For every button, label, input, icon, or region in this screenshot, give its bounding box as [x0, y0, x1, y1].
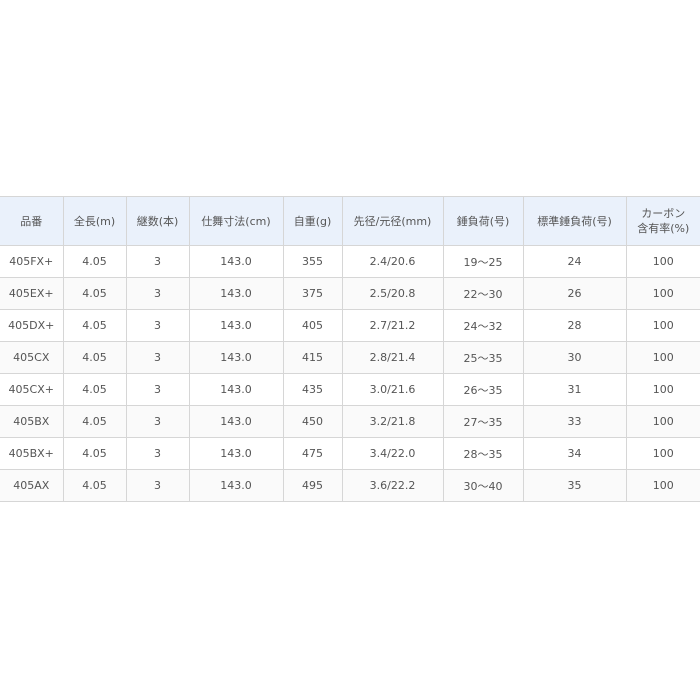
table-row: 405BX 4.05 3 143.0 450 3.2/21.8 27〜35 33… [0, 405, 700, 438]
cell-sinker-load: 25〜35 [442, 341, 524, 374]
table-row: 405EX+ 4.05 3 143.0 375 2.5/20.8 22〜30 2… [0, 277, 700, 310]
cell-sinker-load: 24〜32 [442, 309, 524, 342]
header-weight: 自重(g) [282, 196, 343, 246]
cell-weight: 435 [282, 373, 343, 406]
cell-weight: 405 [282, 309, 343, 342]
cell-tip-butt-diameter: 2.8/21.4 [341, 341, 444, 374]
cell-part-number: 405BX+ [0, 437, 64, 470]
cell-standard-sinker-load: 24 [522, 245, 627, 278]
table-row: 405CX+ 4.05 3 143.0 435 3.0/21.6 26〜35 3… [0, 373, 700, 406]
cell-carbon-content: 100 [625, 245, 700, 278]
table-row: 405CX 4.05 3 143.0 415 2.8/21.4 25〜35 30… [0, 341, 700, 374]
cell-carbon-content: 100 [625, 277, 700, 310]
cell-part-number: 405BX [0, 405, 64, 438]
cell-weight: 495 [282, 469, 343, 502]
cell-weight: 415 [282, 341, 343, 374]
cell-closed-length: 143.0 [188, 405, 284, 438]
cell-sections: 3 [125, 245, 190, 278]
cell-sinker-load: 26〜35 [442, 373, 524, 406]
cell-standard-sinker-load: 30 [522, 341, 627, 374]
cell-sections: 3 [125, 341, 190, 374]
cell-closed-length: 143.0 [188, 437, 284, 470]
cell-total-length: 4.05 [62, 405, 127, 438]
cell-carbon-content: 100 [625, 405, 700, 438]
table-row: 405BX+ 4.05 3 143.0 475 3.4/22.0 28〜35 3… [0, 437, 700, 470]
cell-weight: 450 [282, 405, 343, 438]
header-sinker-load: 錘負荷(号) [442, 196, 524, 246]
cell-tip-butt-diameter: 3.2/21.8 [341, 405, 444, 438]
cell-closed-length: 143.0 [188, 309, 284, 342]
cell-sections: 3 [125, 405, 190, 438]
cell-tip-butt-diameter: 3.4/22.0 [341, 437, 444, 470]
cell-standard-sinker-load: 26 [522, 277, 627, 310]
table-row: 405AX 4.05 3 143.0 495 3.6/22.2 30〜40 35… [0, 469, 700, 502]
cell-sections: 3 [125, 309, 190, 342]
cell-closed-length: 143.0 [188, 469, 284, 502]
cell-carbon-content: 100 [625, 437, 700, 470]
cell-part-number: 405CX [0, 341, 64, 374]
cell-total-length: 4.05 [62, 341, 127, 374]
header-row: 品番 全長(m) 継数(本) 仕舞寸法(cm) 自重(g) 先径/元径(mm) … [0, 196, 700, 246]
cell-tip-butt-diameter: 3.6/22.2 [341, 469, 444, 502]
header-total-length: 全長(m) [62, 196, 127, 246]
cell-part-number: 405FX+ [0, 245, 64, 278]
cell-tip-butt-diameter: 2.5/20.8 [341, 277, 444, 310]
header-tip-butt-diameter: 先径/元径(mm) [341, 196, 444, 246]
cell-closed-length: 143.0 [188, 341, 284, 374]
table-row: 405FX+ 4.05 3 143.0 355 2.4/20.6 19〜25 2… [0, 245, 700, 278]
spec-table: 品番 全長(m) 継数(本) 仕舞寸法(cm) 自重(g) 先径/元径(mm) … [0, 196, 700, 502]
cell-total-length: 4.05 [62, 469, 127, 502]
cell-tip-butt-diameter: 2.7/21.2 [341, 309, 444, 342]
cell-sinker-load: 28〜35 [442, 437, 524, 470]
header-standard-sinker-load: 標準錘負荷(号) [522, 196, 627, 246]
cell-part-number: 405CX+ [0, 373, 64, 406]
cell-total-length: 4.05 [62, 245, 127, 278]
cell-tip-butt-diameter: 2.4/20.6 [341, 245, 444, 278]
cell-standard-sinker-load: 33 [522, 405, 627, 438]
cell-total-length: 4.05 [62, 309, 127, 342]
cell-total-length: 4.05 [62, 277, 127, 310]
cell-carbon-content: 100 [625, 341, 700, 374]
cell-carbon-content: 100 [625, 309, 700, 342]
table-header: 品番 全長(m) 継数(本) 仕舞寸法(cm) 自重(g) 先径/元径(mm) … [0, 196, 700, 246]
cell-part-number: 405AX [0, 469, 64, 502]
cell-carbon-content: 100 [625, 373, 700, 406]
cell-sinker-load: 19〜25 [442, 245, 524, 278]
cell-total-length: 4.05 [62, 373, 127, 406]
cell-sections: 3 [125, 469, 190, 502]
cell-total-length: 4.05 [62, 437, 127, 470]
header-closed-length: 仕舞寸法(cm) [188, 196, 284, 246]
cell-sinker-load: 27〜35 [442, 405, 524, 438]
header-sections: 継数(本) [125, 196, 190, 246]
cell-sinker-load: 22〜30 [442, 277, 524, 310]
cell-part-number: 405EX+ [0, 277, 64, 310]
cell-standard-sinker-load: 28 [522, 309, 627, 342]
cell-weight: 475 [282, 437, 343, 470]
cell-sections: 3 [125, 373, 190, 406]
header-carbon-content: カーボン 含有率(%) [625, 196, 700, 246]
cell-closed-length: 143.0 [188, 373, 284, 406]
cell-sections: 3 [125, 277, 190, 310]
cell-standard-sinker-load: 35 [522, 469, 627, 502]
cell-closed-length: 143.0 [188, 277, 284, 310]
cell-sections: 3 [125, 437, 190, 470]
table-body: 405FX+ 4.05 3 143.0 355 2.4/20.6 19〜25 2… [0, 245, 700, 502]
cell-closed-length: 143.0 [188, 245, 284, 278]
cell-carbon-content: 100 [625, 469, 700, 502]
cell-standard-sinker-load: 31 [522, 373, 627, 406]
cell-weight: 375 [282, 277, 343, 310]
cell-sinker-load: 30〜40 [442, 469, 524, 502]
cell-weight: 355 [282, 245, 343, 278]
cell-standard-sinker-load: 34 [522, 437, 627, 470]
table-row: 405DX+ 4.05 3 143.0 405 2.7/21.2 24〜32 2… [0, 309, 700, 342]
cell-part-number: 405DX+ [0, 309, 64, 342]
cell-tip-butt-diameter: 3.0/21.6 [341, 373, 444, 406]
header-part-number: 品番 [0, 196, 64, 246]
